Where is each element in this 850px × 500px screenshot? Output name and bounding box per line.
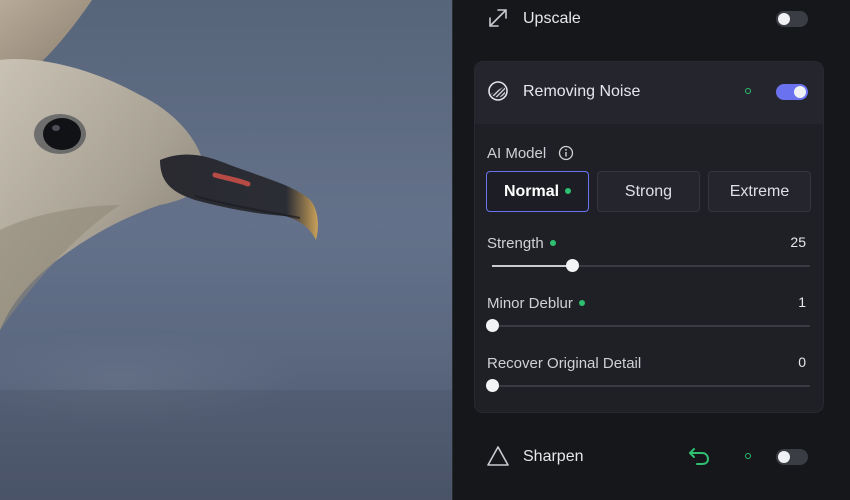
strength-label: Strength [487,235,556,252]
minor-deblur-slider[interactable] [486,319,810,332]
strength-slider[interactable] [492,259,810,272]
recover-detail-slider[interactable] [486,379,810,392]
sharpen-toggle[interactable] [776,449,808,465]
recover-detail-slider-thumb[interactable] [486,379,499,392]
noise-icon [487,80,509,107]
ai-model-extreme-button[interactable]: Extreme [708,171,811,212]
removing-noise-toggle[interactable] [776,84,808,100]
expand-icon [487,7,509,34]
info-icon[interactable] [558,145,574,166]
triangle-icon [486,445,510,472]
ai-model-label: AI Model [487,145,547,162]
noise-status-dot [745,88,751,94]
deblur-changed-dot [578,300,585,307]
recover-detail-value: 0 [798,354,806,370]
sharpen-label: Sharpen [523,448,584,465]
minor-deblur-label: Minor Deblur [487,295,585,312]
upscale-toggle[interactable] [776,11,808,27]
sharpen-status-dot [745,453,751,459]
minor-deblur-slider-thumb[interactable] [486,319,499,332]
strength-value: 25 [790,234,806,250]
upscale-label: Upscale [523,10,581,27]
gull-photo [0,0,452,500]
recover-detail-label: Recover Original Detail [487,355,642,372]
removing-noise-label: Removing Noise [523,83,641,100]
image-preview[interactable] [0,0,452,500]
strength-slider-thumb[interactable] [566,259,579,272]
strength-changed-dot [549,240,556,247]
strength-slider-fill [492,265,572,267]
normal-active-dot [565,187,572,194]
ai-model-strong-button[interactable]: Strong [597,171,700,212]
minor-deblur-value: 1 [798,294,806,310]
undo-icon[interactable] [687,446,711,471]
ai-model-normal-button[interactable]: Normal [486,171,589,212]
